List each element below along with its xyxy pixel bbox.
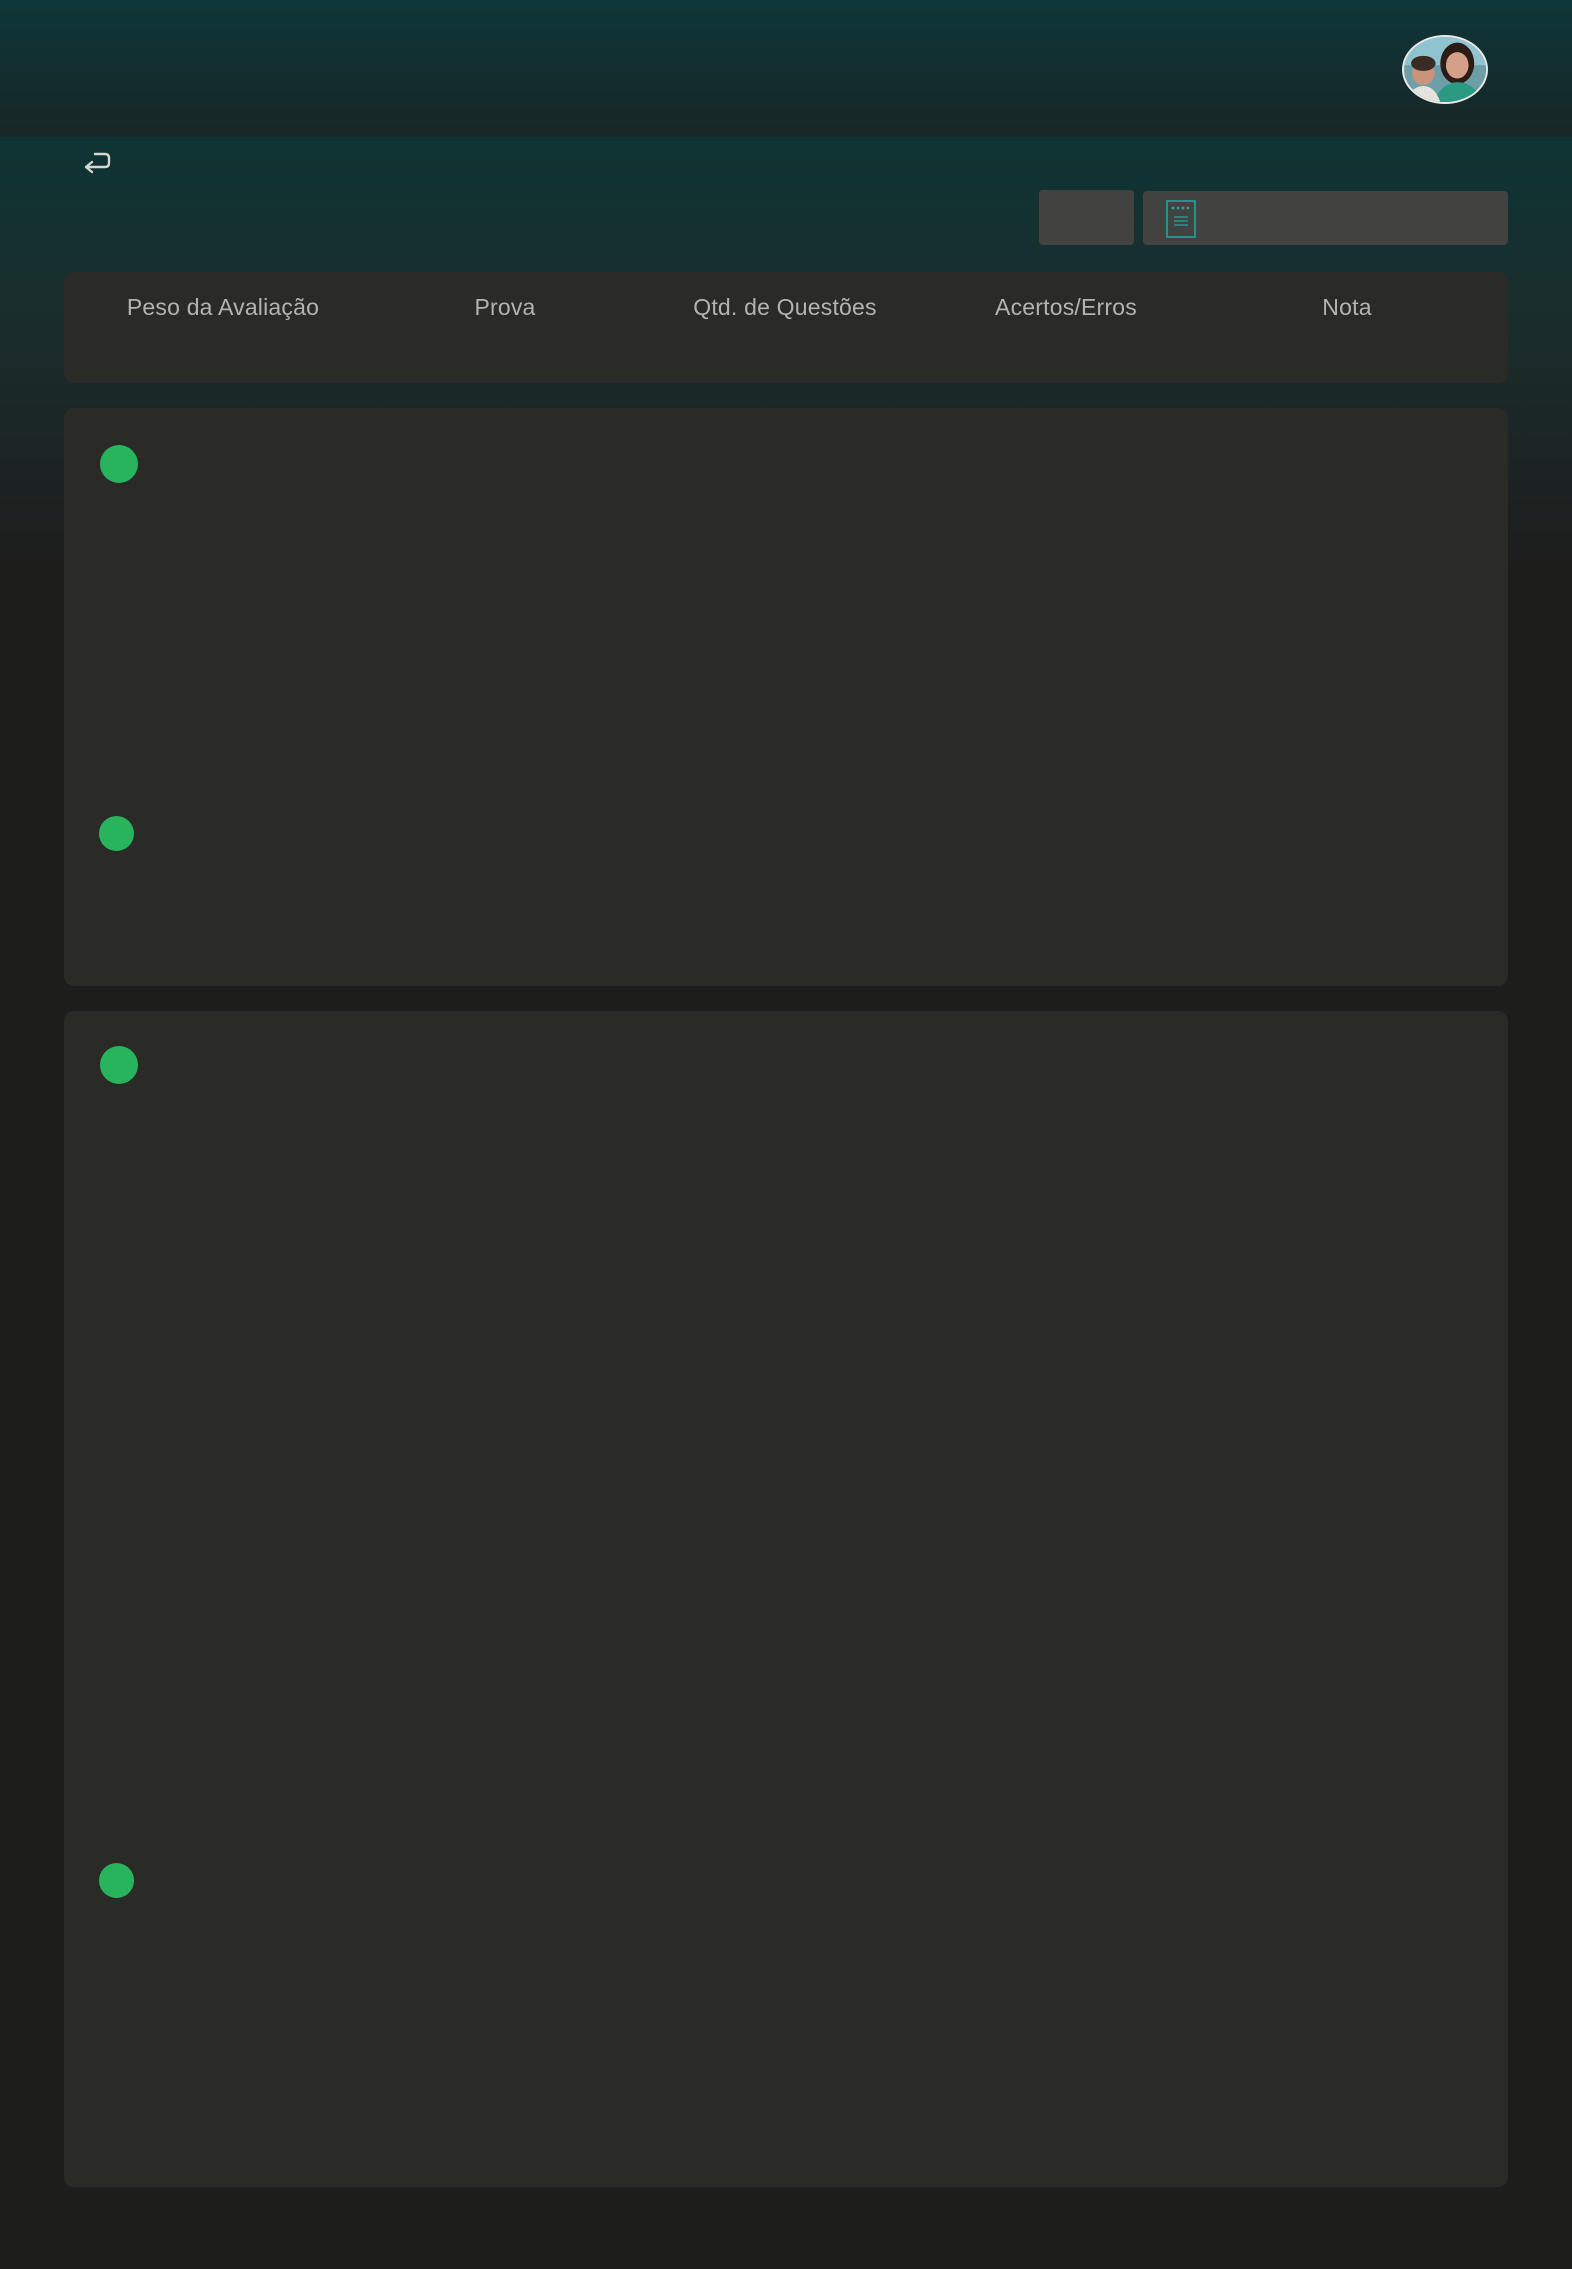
column-header-qtd-questoes: Qtd. de Questões: [693, 294, 877, 320]
user-avatar[interactable]: [1402, 35, 1488, 104]
top-header: [0, 0, 1572, 137]
document-select[interactable]: [1143, 191, 1508, 245]
result-card: [64, 408, 1508, 986]
document-icon: [1166, 200, 1196, 238]
result-card: [64, 1011, 1508, 2187]
column-header-peso: Peso da Avaliação: [126, 294, 320, 320]
status-dot: [99, 1863, 134, 1898]
status-dot: [99, 816, 134, 851]
back-arrow-icon: [84, 152, 111, 174]
back-button[interactable]: [78, 148, 114, 180]
status-dot: [100, 1046, 138, 1084]
avatar-image: [1404, 37, 1486, 102]
column-header-acertos-erros: Acertos/Erros: [995, 294, 1137, 320]
column-header-prova: Prova: [474, 294, 536, 320]
table-header: Peso da Avaliação Prova Qtd. de Questões…: [64, 272, 1508, 383]
column-header-nota: Nota: [1322, 294, 1372, 320]
status-dot: [100, 445, 138, 483]
action-button[interactable]: [1039, 190, 1134, 245]
